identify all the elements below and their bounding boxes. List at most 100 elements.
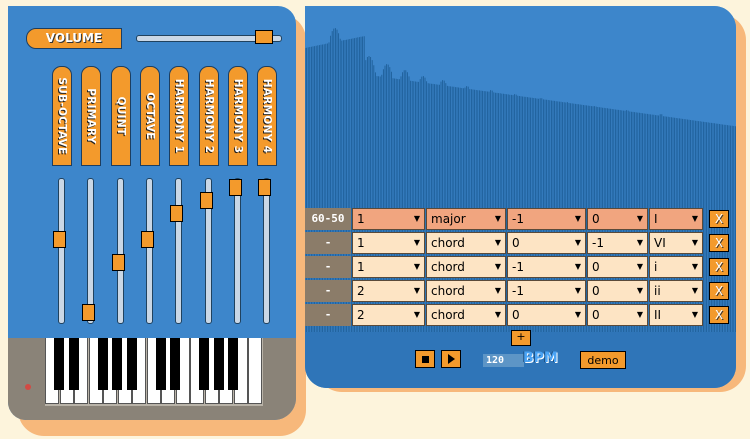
select-value: 1 <box>357 212 365 226</box>
row-select-c2[interactable]: major ▼ <box>426 208 506 230</box>
black-key[interactable] <box>155 338 166 390</box>
channel-label-4: OCTAVE <box>140 66 160 166</box>
chevron-down-icon: ▼ <box>574 310 581 319</box>
channel-slider-knob[interactable] <box>170 205 183 222</box>
sequence-row: -1 ▼ chord ▼ 0 ▼ -1 ▼ VI ▼ X <box>305 232 736 254</box>
chevron-down-icon: ▼ <box>494 310 501 319</box>
channel-slider-knob[interactable] <box>82 304 95 321</box>
play-button[interactable] <box>441 350 461 368</box>
select-value: 0 <box>592 212 600 226</box>
row-range-tag: - <box>305 280 351 302</box>
delete-row-button[interactable]: X <box>709 306 729 324</box>
row-select-c3[interactable]: 0 ▼ <box>507 304 586 326</box>
row-select-c2[interactable]: chord ▼ <box>426 280 506 302</box>
channel-slider-5[interactable] <box>170 178 183 324</box>
chevron-down-icon: ▼ <box>574 214 581 223</box>
row-select-c1[interactable]: 1 ▼ <box>352 256 425 278</box>
delete-row-button[interactable]: X <box>709 282 729 300</box>
black-key[interactable] <box>228 338 238 390</box>
row-select-c3[interactable]: -1 ▼ <box>507 208 586 230</box>
delete-row-button[interactable]: X <box>709 258 729 276</box>
channel-slider-4[interactable] <box>141 178 154 324</box>
select-value: 0 <box>592 308 600 322</box>
channel-slider-knob[interactable] <box>200 192 213 209</box>
row-select-c1[interactable]: 1 ▼ <box>352 208 425 230</box>
bpm-input[interactable]: 120 <box>483 354 524 367</box>
channel-slider-6[interactable] <box>200 178 213 324</box>
row-select-c1[interactable]: 2 ▼ <box>352 280 425 302</box>
row-select-c5[interactable]: I ▼ <box>649 208 703 230</box>
row-select-c3[interactable]: -1 ▼ <box>507 256 586 278</box>
channel-slider-knob[interactable] <box>112 254 125 271</box>
sequence-row: -1 ▼ chord ▼ -1 ▼ 0 ▼ i ▼ X <box>305 256 736 278</box>
power-led <box>25 384 31 390</box>
channel-slider-knob[interactable] <box>258 179 271 196</box>
row-select-c5[interactable]: VI ▼ <box>649 232 703 254</box>
channel-slider-8[interactable] <box>258 178 271 324</box>
row-select-c4[interactable]: 0 ▼ <box>587 256 648 278</box>
chevron-down-icon: ▼ <box>574 262 581 271</box>
row-select-c1[interactable]: 1 ▼ <box>352 232 425 254</box>
select-value: -1 <box>512 212 524 226</box>
chevron-down-icon: ▼ <box>574 286 581 295</box>
chevron-down-icon: ▼ <box>574 238 581 247</box>
row-select-c2[interactable]: chord ▼ <box>426 232 506 254</box>
row-select-c2[interactable]: chord ▼ <box>426 256 506 278</box>
channel-label-3: QUINT <box>111 66 131 166</box>
black-key[interactable] <box>54 338 64 390</box>
add-row-button[interactable]: + <box>511 330 531 346</box>
black-key[interactable] <box>170 338 180 390</box>
row-select-c5[interactable]: II ▼ <box>649 304 703 326</box>
channel-slider-2[interactable] <box>82 178 95 324</box>
row-select-c5[interactable]: ii ▼ <box>649 280 703 302</box>
piano-keyboard[interactable] <box>45 338 263 406</box>
chevron-down-icon: ▼ <box>494 214 501 223</box>
black-key[interactable] <box>112 338 122 390</box>
row-select-c2[interactable]: chord ▼ <box>426 304 506 326</box>
black-key[interactable] <box>199 338 209 390</box>
black-key[interactable] <box>97 338 108 390</box>
select-value: 0 <box>592 284 600 298</box>
channel-slider-knob[interactable] <box>229 179 242 196</box>
row-select-c5[interactable]: i ▼ <box>649 256 703 278</box>
row-select-c3[interactable]: -1 ▼ <box>507 280 586 302</box>
delete-row-button[interactable]: X <box>709 234 729 252</box>
channel-slider-7[interactable] <box>229 178 242 324</box>
row-select-c4[interactable]: 0 ▼ <box>587 280 648 302</box>
row-select-c4[interactable]: -1 ▼ <box>587 232 648 254</box>
chevron-down-icon: ▼ <box>691 310 698 319</box>
select-value: chord <box>431 284 465 298</box>
sequencer-panel: 60-50 1 ▼ major ▼ -1 ▼ 0 ▼ I ▼ X -1 ▼ chord ▼ 0 ▼ -1 ▼ VI ▼ X -… <box>305 6 736 388</box>
row-select-c1[interactable]: 2 ▼ <box>352 304 425 326</box>
channel-slider-1[interactable] <box>53 178 66 324</box>
delete-row-button[interactable]: X <box>709 210 729 228</box>
stop-button[interactable] <box>415 350 435 368</box>
channel-slider-knob[interactable] <box>141 231 154 248</box>
select-value: 0 <box>512 308 520 322</box>
chevron-down-icon: ▼ <box>691 238 698 247</box>
channel-label-text: HARMONY 1 <box>173 78 185 154</box>
row-select-c3[interactable]: 0 ▼ <box>507 232 586 254</box>
chevron-down-icon: ▼ <box>413 262 420 271</box>
row-select-c4[interactable]: 0 ▼ <box>587 208 648 230</box>
select-value: I <box>654 212 658 226</box>
demo-button[interactable]: demo <box>580 351 626 369</box>
channel-slider-knob[interactable] <box>53 231 66 248</box>
black-key[interactable] <box>68 338 79 390</box>
black-key[interactable] <box>126 338 137 390</box>
chevron-down-icon: ▼ <box>413 214 420 223</box>
row-range-tag: - <box>305 304 351 326</box>
channel-label-8: HARMONY 4 <box>257 66 277 166</box>
channel-slider-3[interactable] <box>112 178 125 324</box>
channel-label-6: HARMONY 2 <box>199 66 219 166</box>
row-select-c4[interactable]: 0 ▼ <box>587 304 648 326</box>
select-value: major <box>431 212 466 226</box>
chevron-down-icon: ▼ <box>636 214 643 223</box>
select-value: 1 <box>357 260 365 274</box>
black-key[interactable] <box>213 338 224 390</box>
volume-slider-knob[interactable] <box>255 30 273 44</box>
channel-label-text: QUINT <box>115 96 127 136</box>
white-key[interactable] <box>248 338 262 404</box>
volume-slider[interactable] <box>136 30 282 44</box>
chevron-down-icon: ▼ <box>413 310 420 319</box>
